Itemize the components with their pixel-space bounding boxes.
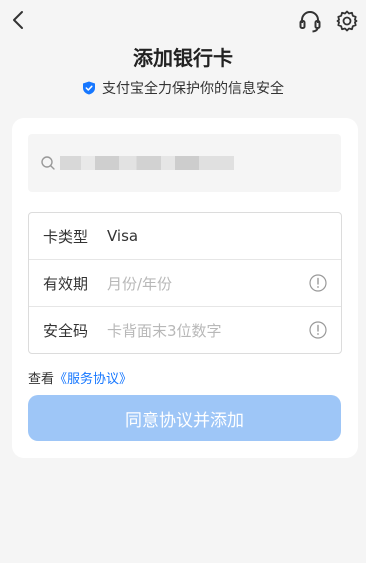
customer-service-button[interactable] <box>297 8 323 34</box>
card-number-input[interactable] <box>28 134 341 192</box>
expiry-label: 有效期 <box>43 274 89 293</box>
security-code-row[interactable]: 安全码 卡背面末3位数字 <box>29 307 341 353</box>
card-type-row[interactable]: 卡类型 Visa <box>29 213 341 260</box>
info-icon[interactable] <box>309 274 327 292</box>
expiry-input[interactable]: 月份/年份 <box>107 273 172 294</box>
security-note-text: 支付宝全力保护你的信息安全 <box>102 81 284 97</box>
card-type-value: Visa <box>107 227 139 245</box>
gear-icon <box>336 10 358 32</box>
headset-icon <box>299 11 321 33</box>
settings-button[interactable] <box>334 8 360 34</box>
card-type-label: 卡类型 <box>43 227 89 246</box>
back-button[interactable] <box>6 8 30 32</box>
top-bar <box>0 0 366 44</box>
service-agreement-link[interactable]: 《服务协议》 <box>54 372 132 387</box>
shield-check-icon <box>83 81 95 95</box>
agreement-text: 查看《服务协议》 <box>28 368 132 387</box>
security-notice: 支付宝全力保护你的信息安全 <box>0 78 366 98</box>
expiry-row[interactable]: 有效期 月份/年份 <box>29 260 341 307</box>
chevron-left-icon <box>13 11 23 29</box>
obscured-card-number <box>60 156 234 170</box>
search-icon <box>41 156 55 170</box>
agree-and-add-button[interactable]: 同意协议并添加 <box>28 395 341 441</box>
security-code-label: 安全码 <box>43 321 89 340</box>
card-details-form: 卡类型 Visa 有效期 月份/年份 安全码 卡背面末3位数字 <box>28 212 342 354</box>
agreement-prefix: 查看 <box>28 372 55 387</box>
security-code-input[interactable]: 卡背面末3位数字 <box>107 320 222 341</box>
page-title: 添加银行卡 <box>133 46 233 70</box>
info-icon[interactable] <box>309 321 327 339</box>
bank-card-form-card: 卡类型 Visa 有效期 月份/年份 安全码 卡背面末3位数字 查看《服务协议》… <box>12 118 358 458</box>
